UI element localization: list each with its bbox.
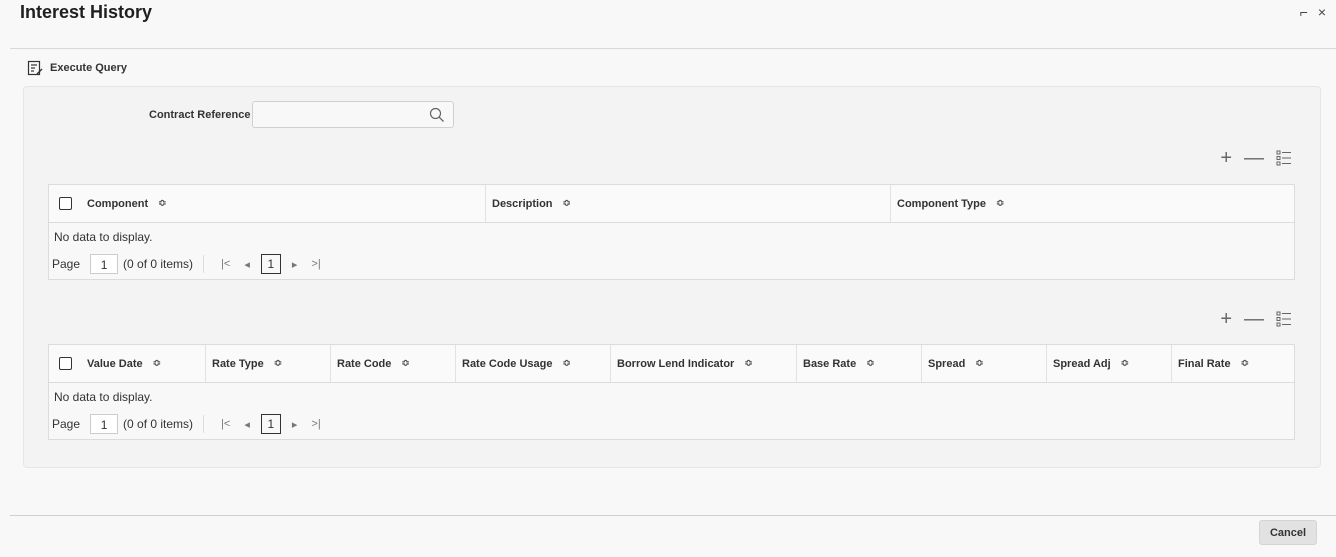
pager-divider (203, 415, 205, 433)
column-header-base-rate[interactable]: Base Rate ≎ (797, 345, 922, 382)
current-page-button[interactable]: 1 (260, 414, 281, 434)
page-label: Page (52, 417, 81, 431)
last-page-icon[interactable]: >| (311, 418, 320, 430)
prev-page-icon[interactable]: ◂ (244, 418, 250, 431)
sort-icon[interactable]: ≎ (562, 358, 570, 369)
column-header-final-rate[interactable]: Final Rate ≎ (1172, 345, 1294, 382)
column-settings-icon[interactable] (1276, 150, 1292, 166)
pager-divider (203, 255, 205, 273)
column-header-rate-code[interactable]: Rate Code ≎ (331, 345, 456, 382)
component-grid-header: Component ≎ Description ≎ Component Type… (49, 185, 1294, 223)
next-page-icon[interactable]: ▸ (292, 258, 298, 271)
column-settings-icon[interactable] (1276, 311, 1292, 327)
rate-grid-toolbar: + — (1220, 309, 1292, 329)
column-header-value-date[interactable]: Value Date ≎ (81, 345, 206, 382)
column-header-spread[interactable]: Spread ≎ (922, 345, 1047, 382)
contract-reference-field[interactable] (252, 101, 454, 128)
sort-icon[interactable]: ≎ (866, 358, 874, 369)
pagination: Page 1 (0 of 0 items) |< ◂ 1 ▸ >| (49, 250, 1294, 274)
prev-page-icon[interactable]: ◂ (244, 258, 250, 271)
sort-icon[interactable]: ≎ (1121, 358, 1129, 369)
sort-icon[interactable]: ≎ (996, 198, 1004, 209)
empty-message: No data to display. (54, 230, 153, 244)
next-page-icon[interactable]: ▸ (292, 418, 298, 431)
current-page-button[interactable]: 1 (260, 254, 281, 274)
cancel-button[interactable]: Cancel (1259, 520, 1317, 545)
page-number-input[interactable]: 1 (90, 254, 119, 274)
component-grid-toolbar: + — (1220, 148, 1292, 168)
execute-query-icon (27, 60, 43, 76)
last-page-icon[interactable]: >| (311, 258, 320, 270)
sort-icon[interactable]: ≎ (975, 358, 983, 369)
rate-grid: Value Date ≎ Rate Type ≎ Rate Code ≎ Rat… (48, 344, 1295, 440)
column-header-rate-code-usage[interactable]: Rate Code Usage ≎ (456, 345, 611, 382)
page-number-input[interactable]: 1 (90, 414, 119, 434)
empty-message: No data to display. (54, 390, 153, 404)
minus-icon[interactable]: — (1244, 148, 1264, 168)
header-divider (10, 48, 1336, 49)
first-page-icon[interactable]: |< (221, 418, 230, 430)
column-header-component[interactable]: Component ≎ (81, 185, 486, 222)
select-all-checkbox[interactable] (59, 197, 72, 210)
contract-reference-label: Contract Reference (149, 109, 251, 121)
plus-icon[interactable]: + (1220, 309, 1232, 329)
sort-icon[interactable]: ≎ (1241, 358, 1249, 369)
column-header-component-type[interactable]: Component Type ≎ (891, 185, 1294, 222)
item-count: (0 of 0 items) (123, 257, 194, 271)
column-header-rate-type[interactable]: Rate Type ≎ (206, 345, 331, 382)
rate-grid-header: Value Date ≎ Rate Type ≎ Rate Code ≎ Rat… (49, 345, 1294, 383)
column-header-borrow-lend-indicator[interactable]: Borrow Lend Indicator ≎ (611, 345, 797, 382)
column-header-description[interactable]: Description ≎ (486, 185, 891, 222)
page-title: Interest History (20, 2, 153, 22)
execute-query-button[interactable]: Execute Query (27, 60, 127, 76)
footer-divider (10, 515, 1336, 516)
sort-icon[interactable]: ≎ (563, 198, 571, 209)
pagination: Page 1 (0 of 0 items) |< ◂ 1 ▸ >| (49, 410, 1294, 434)
contract-reference-input[interactable] (253, 102, 439, 127)
sort-icon[interactable]: ≎ (274, 358, 282, 369)
minus-icon[interactable]: — (1244, 309, 1264, 329)
sort-icon[interactable]: ≎ (744, 358, 752, 369)
execute-query-label: Execute Query (50, 62, 128, 74)
first-page-icon[interactable]: |< (221, 258, 230, 270)
window-controls: ⌐ × (1294, 4, 1326, 20)
sort-icon[interactable]: ≎ (153, 358, 161, 369)
column-header-spread-adj[interactable]: Spread Adj ≎ (1047, 345, 1172, 382)
restore-icon[interactable]: ⌐ (1300, 4, 1308, 20)
plus-icon[interactable]: + (1220, 148, 1232, 168)
sort-icon[interactable]: ≎ (401, 358, 409, 369)
component-grid: Component ≎ Description ≎ Component Type… (48, 184, 1295, 280)
sort-icon[interactable]: ≎ (158, 198, 166, 209)
search-icon[interactable] (429, 107, 445, 123)
page-label: Page (52, 257, 81, 271)
item-count: (0 of 0 items) (123, 417, 194, 431)
close-icon[interactable]: × (1318, 4, 1326, 20)
select-all-checkbox[interactable] (59, 357, 72, 370)
